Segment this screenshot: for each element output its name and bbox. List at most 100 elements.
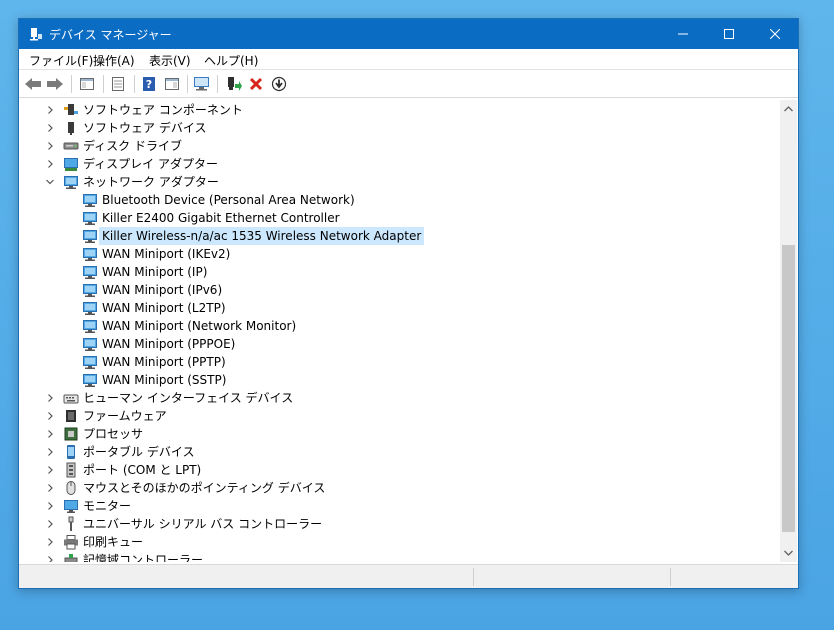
show-hide-console-tree-icon[interactable] xyxy=(77,74,97,94)
tree-item-label: ディスク ドライブ xyxy=(83,139,182,153)
tree-item-label: WAN Miniport (IPv6) xyxy=(102,283,223,297)
chevron-right-icon[interactable] xyxy=(45,410,55,422)
processor-icon xyxy=(63,426,79,442)
tree-device-row[interactable]: WAN Miniport (L2TP) xyxy=(19,299,779,317)
menu-help[interactable]: ヘルプ(H) xyxy=(201,51,261,70)
chevron-right-icon[interactable] xyxy=(45,140,55,152)
action-pane-icon[interactable] xyxy=(162,74,182,94)
close-button[interactable] xyxy=(752,19,798,49)
chevron-right-icon[interactable] xyxy=(45,104,55,116)
tree-item-label: ソフトウェア デバイス xyxy=(83,121,207,135)
chevron-right-icon[interactable] xyxy=(45,518,55,530)
properties-icon[interactable] xyxy=(108,74,128,94)
network-adapter-icon xyxy=(63,174,79,190)
tree-item-label: ポータブル デバイス xyxy=(83,445,195,459)
chevron-right-icon[interactable] xyxy=(45,428,55,440)
forward-icon[interactable] xyxy=(45,74,65,94)
tree-category-row[interactable]: ヒューマン インターフェイス デバイス xyxy=(19,389,779,407)
chevron-right-icon[interactable] xyxy=(45,158,55,170)
tree-device-row[interactable]: WAN Miniport (Network Monitor) xyxy=(19,317,779,335)
title-bar[interactable]: デバイス マネージャー xyxy=(19,19,798,49)
menu-bar: ファイル(F) 操作(A) 表示(V) ヘルプ(H) xyxy=(19,49,798,70)
hid-icon xyxy=(63,390,79,406)
chevron-right-icon[interactable] xyxy=(45,122,55,134)
tree-category-row[interactable]: マウスとそのほかのポインティング デバイス xyxy=(19,479,779,497)
tree-item-label: ソフトウェア コンポーネント xyxy=(83,103,243,117)
scroll-down-icon[interactable] xyxy=(783,547,794,558)
chevron-right-icon[interactable] xyxy=(45,446,55,458)
scan-hardware-icon[interactable] xyxy=(192,74,212,94)
disable-device-icon[interactable] xyxy=(269,74,289,94)
minimize-button[interactable] xyxy=(660,19,706,49)
network-adapter-icon xyxy=(82,210,98,226)
device-tree[interactable]: ソフトウェア コンポーネント ソフトウェア デバイス ディスク ドライブディスプレイ… xyxy=(19,99,798,562)
tree-device-row[interactable]: WAN Miniport (IKEv2) xyxy=(19,245,779,263)
tree-item-label: WAN Miniport (PPTP) xyxy=(102,355,226,369)
tree-category-row[interactable]: ファームウェア xyxy=(19,407,779,425)
back-icon[interactable] xyxy=(23,74,43,94)
tree-category-row[interactable]: 記憶域コントローラー xyxy=(19,551,779,562)
tree-device-row[interactable]: Bluetooth Device (Personal Area Network) xyxy=(19,191,779,209)
tree-device-row[interactable]: WAN Miniport (PPTP) xyxy=(19,353,779,371)
tree-item-label: ネットワーク アダプター xyxy=(83,175,219,189)
tree-category-row[interactable]: ポータブル デバイス xyxy=(19,443,779,461)
status-bar xyxy=(19,564,798,588)
tree-device-row[interactable]: WAN Miniport (IPv6) xyxy=(19,281,779,299)
tree-category-row[interactable]: モニター xyxy=(19,497,779,515)
chevron-right-icon[interactable] xyxy=(45,464,55,476)
tree-device-row[interactable]: WAN Miniport (IP) xyxy=(19,263,779,281)
window-title: デバイス マネージャー xyxy=(49,28,172,42)
chevron-right-icon[interactable] xyxy=(45,482,55,494)
update-driver-icon[interactable] xyxy=(224,74,244,94)
chevron-right-icon[interactable] xyxy=(45,500,55,512)
network-adapter-icon xyxy=(82,246,98,262)
tree-item-label: 印刷キュー xyxy=(83,535,144,549)
tree-category-row[interactable]: ソフトウェア コンポーネント xyxy=(19,101,779,119)
tree-device-row[interactable]: WAN Miniport (SSTP) xyxy=(19,371,779,389)
tree-category-row[interactable]: ソフトウェア デバイス xyxy=(19,119,779,137)
help-icon[interactable]: ? xyxy=(139,74,159,94)
disk-drive-icon xyxy=(63,138,79,154)
network-adapter-icon xyxy=(82,372,98,388)
maximize-button[interactable] xyxy=(706,19,752,49)
uninstall-icon[interactable] xyxy=(246,74,266,94)
tree-item-label: ディスプレイ アダプター xyxy=(83,157,218,171)
tree-item-label: WAN Miniport (IKEv2) xyxy=(102,247,231,261)
vertical-scrollbar[interactable] xyxy=(780,100,797,562)
tree-device-row[interactable]: Killer E2400 Gigabit Ethernet Controller xyxy=(19,209,779,227)
chevron-right-icon[interactable] xyxy=(45,554,55,562)
network-adapter-icon xyxy=(82,354,98,370)
storage-controller-icon xyxy=(63,552,79,562)
menu-file[interactable]: ファイル(F) xyxy=(26,51,96,70)
tree-item-label: WAN Miniport (SSTP) xyxy=(102,373,227,387)
usb-icon xyxy=(63,516,79,532)
tree-device-row[interactable]: Killer Wireless-n/a/ac 1535 Wireless Net… xyxy=(19,227,779,245)
tree-category-row[interactable]: ネットワーク アダプター xyxy=(19,173,779,191)
chevron-right-icon[interactable] xyxy=(45,392,55,404)
scroll-up-icon[interactable] xyxy=(783,104,794,115)
tree-category-row[interactable]: ユニバーサル シリアル バス コントローラー xyxy=(19,515,779,533)
device-manager-window: デバイス マネージャー ファイル(F) 操作(A) 表示(V) ヘルプ(H) ?… xyxy=(18,18,799,589)
tree-item-label: ヒューマン インターフェイス デバイス xyxy=(83,391,294,405)
tree-category-row[interactable]: ディスプレイ アダプター xyxy=(19,155,779,173)
tree-device-row[interactable]: WAN Miniport (PPPOE) xyxy=(19,335,779,353)
tree-category-row[interactable]: 印刷キュー xyxy=(19,533,779,551)
tree-item-label: マウスとそのほかのポインティング デバイス xyxy=(83,481,326,495)
tree-item-label: WAN Miniport (PPPOE) xyxy=(102,337,236,351)
chevron-down-icon[interactable] xyxy=(45,176,55,188)
tree-category-row[interactable]: ポート (COM と LPT) xyxy=(19,461,779,479)
network-adapter-icon xyxy=(82,336,98,352)
network-adapter-icon xyxy=(82,300,98,316)
chevron-right-icon[interactable] xyxy=(45,536,55,548)
software-component-icon xyxy=(63,102,79,118)
menu-action[interactable]: 操作(A) xyxy=(90,51,138,70)
tree-category-row[interactable]: ディスク ドライブ xyxy=(19,137,779,155)
tree-item-label: ユニバーサル シリアル バス コントローラー xyxy=(83,517,323,531)
scrollbar-thumb[interactable] xyxy=(782,245,795,532)
monitor-icon xyxy=(63,498,79,514)
network-adapter-icon xyxy=(82,318,98,334)
display-adapter-icon xyxy=(63,156,79,172)
network-adapter-icon xyxy=(82,192,98,208)
tree-category-row[interactable]: プロセッサ xyxy=(19,425,779,443)
menu-view[interactable]: 表示(V) xyxy=(146,51,194,70)
